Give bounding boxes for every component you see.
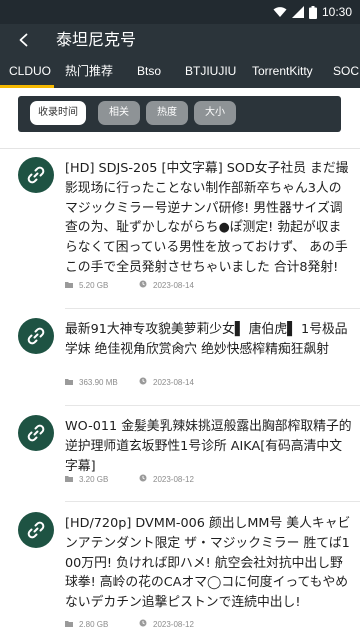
- app-bar: 泰坦尼克号: [0, 24, 360, 56]
- active-tab-indicator: [0, 85, 54, 88]
- battery-icon: [308, 5, 317, 19]
- result-meta: 2.80 GB 2023-08-12: [65, 617, 194, 631]
- result-meta: 3.20 GB 2023-08-12: [65, 472, 194, 486]
- source-tabs: CLDUO 热门推荐 Btso BTJIUJIU TorrentKitty SO…: [0, 56, 360, 88]
- sort-by-relevance[interactable]: 相关: [98, 101, 140, 125]
- wifi-icon: [273, 6, 287, 18]
- signal-icon: [291, 6, 304, 18]
- result-title[interactable]: [HD] SDJS-205 [中文字幕] SOD女子社员 まだ撮影现场に行ったこ…: [65, 159, 353, 278]
- tab-soci[interactable]: SOCI: [333, 56, 360, 88]
- tab-hot[interactable]: 热门推荐: [65, 56, 113, 88]
- list-item[interactable]: [HD] SDJS-205 [中文字幕] SOD女子社员 まだ撮影现场に行ったこ…: [0, 149, 360, 309]
- clock-icon: [139, 377, 147, 387]
- tab-clduo[interactable]: CLDUO: [9, 56, 51, 88]
- clock-icon: [139, 280, 147, 290]
- file-size: 363.90 MB: [79, 377, 118, 387]
- sort-bar: 收录时间 相关 热度 大小: [18, 96, 341, 132]
- link-icon: [18, 512, 54, 548]
- status-bar: 10:30: [0, 0, 360, 24]
- folder-icon: [65, 281, 73, 290]
- file-date: 2023-08-14: [153, 280, 194, 290]
- clock: 10:30: [321, 5, 352, 19]
- file-date: 2023-08-12: [153, 474, 194, 484]
- result-title[interactable]: 最新91大神专攻貌美萝莉少女▌ 唐伯虎▌ 1号极品学妹 绝佳视角欣赏肏穴 绝妙快…: [65, 320, 353, 360]
- link-icon: [18, 318, 54, 354]
- back-arrow-icon[interactable]: [12, 28, 36, 52]
- sort-by-popularity[interactable]: 热度: [146, 101, 188, 125]
- folder-icon: [65, 620, 73, 629]
- list-item[interactable]: [HD/720p] DVMM-006 颜出しMM号 美人キャビンアテンダント限定…: [0, 502, 360, 640]
- file-date: 2023-08-12: [153, 619, 194, 629]
- sort-by-time[interactable]: 收录时间: [30, 101, 86, 125]
- clock-icon: [139, 619, 147, 629]
- list-item[interactable]: 最新91大神专攻貌美萝莉少女▌ 唐伯虎▌ 1号极品学妹 绝佳视角欣赏肏穴 绝妙快…: [0, 309, 360, 406]
- result-meta: 363.90 MB 2023-08-14: [65, 375, 194, 389]
- folder-icon: [65, 475, 73, 484]
- file-size: 2.80 GB: [79, 619, 109, 629]
- status-icons: 10:30: [273, 0, 352, 24]
- tab-torrentkitty[interactable]: TorrentKitty: [252, 56, 313, 88]
- file-size: 3.20 GB: [79, 474, 109, 484]
- result-title[interactable]: WO-011 金髪美乳辣妹挑逗般露出胸部榨取精子的逆护理师道玄坂野性1号诊所 A…: [65, 417, 353, 476]
- clock-icon: [139, 474, 147, 484]
- link-icon: [18, 157, 54, 193]
- link-icon: [18, 415, 54, 451]
- file-date: 2023-08-14: [153, 377, 194, 387]
- list-item[interactable]: WO-011 金髪美乳辣妹挑逗般露出胸部榨取精子的逆护理师道玄坂野性1号诊所 A…: [0, 406, 360, 502]
- result-title[interactable]: [HD/720p] DVMM-006 颜出しMM号 美人キャビンアテンダント限定…: [65, 514, 353, 613]
- tab-btso[interactable]: Btso: [137, 56, 161, 88]
- tab-btjiujiu[interactable]: BTJIUJIU: [185, 56, 236, 88]
- folder-icon: [65, 378, 73, 387]
- sort-by-size[interactable]: 大小: [194, 101, 236, 125]
- page-title: 泰坦尼克号: [56, 30, 137, 49]
- result-meta: 5.20 GB 2023-08-14: [65, 278, 194, 292]
- file-size: 5.20 GB: [79, 280, 109, 290]
